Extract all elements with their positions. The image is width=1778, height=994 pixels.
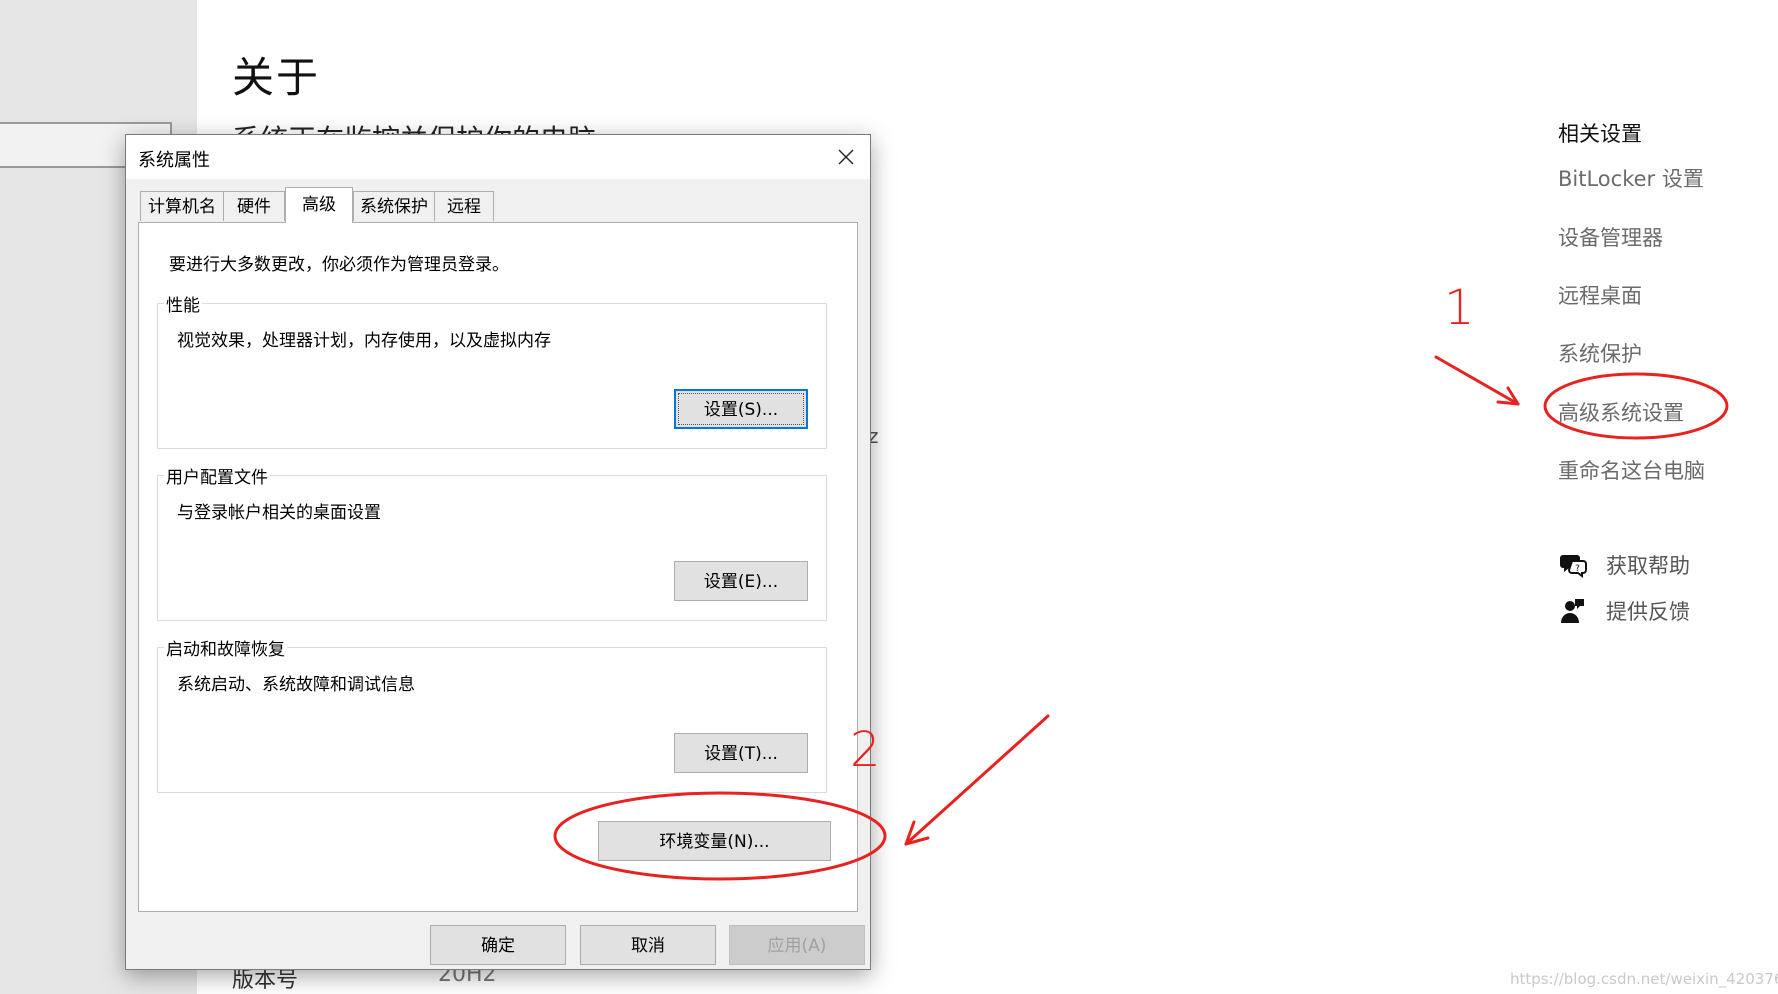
performance-desc: 视觉效果，处理器计划，内存使用，以及虚拟内存 <box>177 331 551 351</box>
user-profiles-legend: 用户配置文件 <box>164 463 270 488</box>
step2-arrow-icon <box>904 714 1050 846</box>
watermark: https://blog.csdn.net/weixin_42037651 <box>1510 970 1778 988</box>
user-profiles-settings-button[interactable]: 设置(E)... <box>674 561 808 601</box>
tab-hardware[interactable]: 硬件 <box>223 191 285 221</box>
link-remote-desktop[interactable]: 远程桌面 <box>1558 280 1642 310</box>
user-profiles-desc: 与登录帐户相关的桌面设置 <box>177 503 381 523</box>
link-advanced-system-settings[interactable]: 高级系统设置 <box>1558 397 1684 427</box>
tab-system-protection[interactable]: 系统保护 <box>353 191 435 221</box>
page-title: 关于 <box>232 53 321 102</box>
get-help-link[interactable]: ? 获取帮助 <box>1558 550 1690 580</box>
close-icon <box>838 149 854 165</box>
link-rename-pc[interactable]: 重命名这台电脑 <box>1558 455 1705 485</box>
chat-help-icon: ? <box>1558 550 1588 580</box>
get-help-label: 获取帮助 <box>1606 554 1690 578</box>
tab-computer-name[interactable]: 计算机名 <box>140 191 224 221</box>
tab-advanced[interactable]: 高级 <box>285 187 353 223</box>
link-bitlocker[interactable]: BitLocker 设置 <box>1558 163 1704 193</box>
startup-recovery-legend: 启动和故障恢复 <box>164 635 287 660</box>
apply-button[interactable]: 应用(A) <box>729 925 865 965</box>
startup-recovery-group: 启动和故障恢复 系统启动、系统故障和调试信息 设置(T)... <box>157 635 827 793</box>
step1-arrow-icon <box>1434 355 1520 406</box>
feedback-link[interactable]: 提供反馈 <box>1558 596 1690 626</box>
link-device-manager[interactable]: 设备管理器 <box>1558 222 1663 252</box>
step1-number: 1 <box>1444 280 1475 336</box>
feedback-person-icon <box>1558 596 1588 626</box>
startup-recovery-desc: 系统启动、系统故障和调试信息 <box>177 675 415 695</box>
system-properties-dialog: 系统属性 计算机名 硬件 高级 系统保护 远程 要进行大多数更改，你必须作为管理… <box>125 134 871 970</box>
user-profiles-group: 用户配置文件 与登录帐户相关的桌面设置 设置(E)... <box>157 463 827 621</box>
performance-settings-button[interactable]: 设置(S)... <box>674 389 808 429</box>
link-system-protection[interactable]: 系统保护 <box>1558 338 1642 368</box>
ok-button[interactable]: 确定 <box>430 925 566 965</box>
cancel-button[interactable]: 取消 <box>580 925 716 965</box>
dialog-titlebar[interactable]: 系统属性 <box>126 135 870 179</box>
tab-remote[interactable]: 远程 <box>434 191 494 221</box>
environment-variables-button[interactable]: 环境变量(N)... <box>598 821 831 861</box>
performance-legend: 性能 <box>164 291 202 316</box>
startup-recovery-settings-button[interactable]: 设置(T)... <box>674 733 808 773</box>
related-settings-title: 相关设置 <box>1558 122 1642 146</box>
admin-note: 要进行大多数更改，你必须作为管理员登录。 <box>169 255 509 275</box>
performance-group: 性能 视觉效果，处理器计划，内存使用，以及虚拟内存 设置(S)... <box>157 291 827 449</box>
feedback-label: 提供反馈 <box>1606 600 1690 624</box>
dialog-title: 系统属性 <box>138 150 210 171</box>
advanced-tab-panel: 要进行大多数更改，你必须作为管理员登录。 性能 视觉效果，处理器计划，内存使用，… <box>138 222 858 912</box>
step2-number: 2 <box>850 722 881 778</box>
close-button[interactable] <box>822 135 870 179</box>
svg-text:?: ? <box>1575 564 1580 574</box>
